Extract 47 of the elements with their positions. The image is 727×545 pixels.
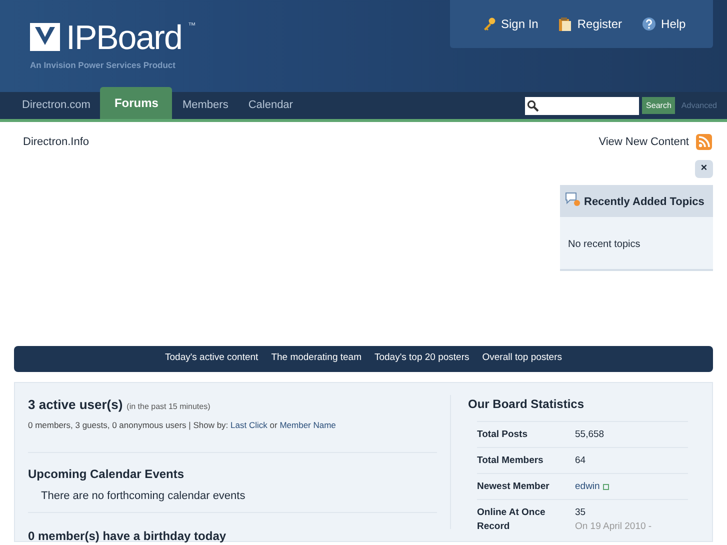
help-icon — [642, 17, 656, 31]
speech-bubble-icon — [565, 192, 581, 206]
user-link[interactable]: Help — [642, 15, 686, 33]
member-name-link[interactable]: Member Name — [280, 420, 336, 430]
stats-link[interactable]: Today's active content — [165, 351, 258, 366]
search-field[interactable] — [525, 96, 640, 114]
stat-value: 64 — [575, 454, 586, 468]
clipboard-icon — [558, 17, 572, 31]
stats-link[interactable]: The moderating team — [271, 351, 362, 366]
block-title: Recently Added Topics — [565, 196, 704, 208]
nav-tab[interactable]: Forums — [100, 87, 172, 119]
stats-link[interactable]: Overall top posters — [482, 351, 562, 366]
close-button[interactable]: × — [695, 160, 713, 178]
logo-wordmark: IPBoard — [66, 20, 182, 56]
user-link[interactable]: Sign In — [482, 15, 538, 33]
stat-label: Online At Once Record — [477, 506, 546, 534]
stat-label: Newest Member — [477, 480, 550, 494]
breadcrumb[interactable]: Directron.Info — [23, 134, 90, 150]
rss-icon — [696, 134, 712, 150]
active-users-title: 3 active user(s) — [28, 396, 123, 414]
key-icon — [482, 17, 496, 31]
active-users-note: (in the past 15 minutes) — [126, 400, 210, 412]
nav-tab[interactable]: Members — [172, 92, 238, 119]
active-users-summary: 0 members, 3 guests, 0 anonymous users | Show by: Last Click or Member Name — [28, 419, 337, 432]
user-link[interactable]: Register — [558, 15, 622, 33]
logo-icon — [30, 23, 60, 51]
external-link-icon — [602, 484, 609, 490]
search-icon — [527, 100, 540, 112]
trademark-mark: ™ — [188, 22, 196, 30]
stat-label: Total Posts — [477, 428, 528, 442]
search-button[interactable]: Search — [642, 97, 676, 114]
stats-link[interactable]: Today's top 20 posters — [374, 351, 470, 366]
calendar-text: There are no forthcoming calendar events — [40, 488, 246, 504]
logo-tagline: An Invision Power Services Product — [30, 59, 176, 72]
block-text: No recent topics — [568, 238, 640, 250]
view-new-content-link[interactable]: View New Content — [598, 134, 689, 150]
stat-value: 35 — [575, 506, 587, 520]
board-stats-title: Our Board Statistics — [468, 396, 586, 412]
nav-tab[interactable]: Directron.com — [12, 92, 100, 119]
stat-value: 55,658 — [575, 428, 604, 442]
nav-tab[interactable]: Calendar — [238, 92, 303, 119]
member-link[interactable]: edwin — [575, 480, 600, 494]
stat-label: Total Members — [477, 454, 544, 468]
birthdays-title: 0 member(s) have a birthday today — [28, 528, 228, 545]
calendar-title: Upcoming Calendar Events — [28, 466, 186, 483]
last-click-link[interactable]: Last Click — [230, 420, 268, 430]
record-date: On 19 April 2010 - — [575, 520, 652, 534]
